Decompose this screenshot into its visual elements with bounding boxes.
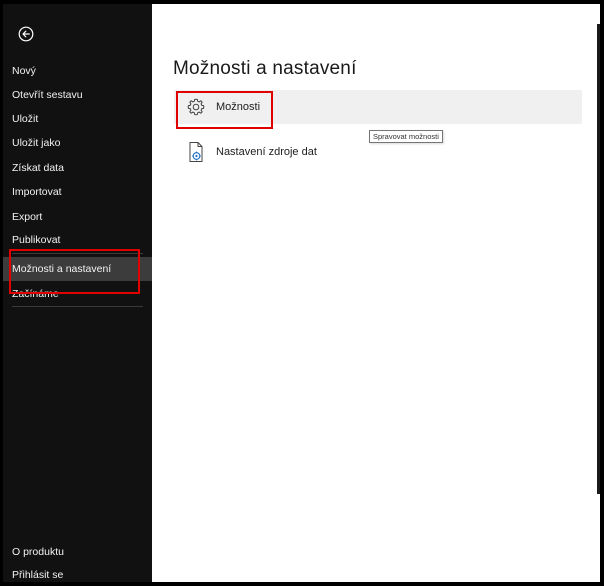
nav-item-sign-in[interactable]: Přihlásit se <box>3 564 152 586</box>
nav-item-export[interactable]: Export <box>3 206 152 228</box>
data-source-settings-icon <box>185 141 207 163</box>
scrollbar[interactable] <box>597 24 600 494</box>
nav-item-save-as[interactable]: Uložit jako <box>3 132 152 154</box>
option-label: Možnosti <box>216 101 261 113</box>
nav-item-get-data[interactable]: Získat data <box>3 157 152 179</box>
backstage-sidebar: Nový Otevřít sestavu Uložit Uložit jako … <box>3 4 152 582</box>
option-options[interactable]: Možnosti <box>174 90 582 124</box>
nav-item-import[interactable]: Importovat <box>3 181 152 203</box>
nav-divider <box>12 306 143 307</box>
nav-item-open-report[interactable]: Otevřít sestavu <box>3 84 152 106</box>
tooltip: Spravovat možnosti <box>369 130 443 143</box>
nav-item-new[interactable]: Nový <box>3 60 152 82</box>
nav-divider <box>12 253 143 254</box>
option-label: Nastavení zdroje dat <box>216 146 317 158</box>
page-title: Možnosti a nastavení <box>173 58 357 79</box>
back-arrow-circle-icon[interactable] <box>17 25 35 43</box>
nav-item-save[interactable]: Uložit <box>3 108 152 130</box>
nav-item-about[interactable]: O produktu <box>3 541 152 563</box>
nav-item-getting-started[interactable]: Začínáme <box>3 283 152 305</box>
nav-item-publish[interactable]: Publikovat <box>3 229 152 251</box>
gear-icon <box>185 96 207 118</box>
nav-item-options-settings[interactable]: Možnosti a nastavení <box>3 257 152 281</box>
main-content: Možnosti a nastavení Možnosti Nastavení … <box>152 4 600 582</box>
